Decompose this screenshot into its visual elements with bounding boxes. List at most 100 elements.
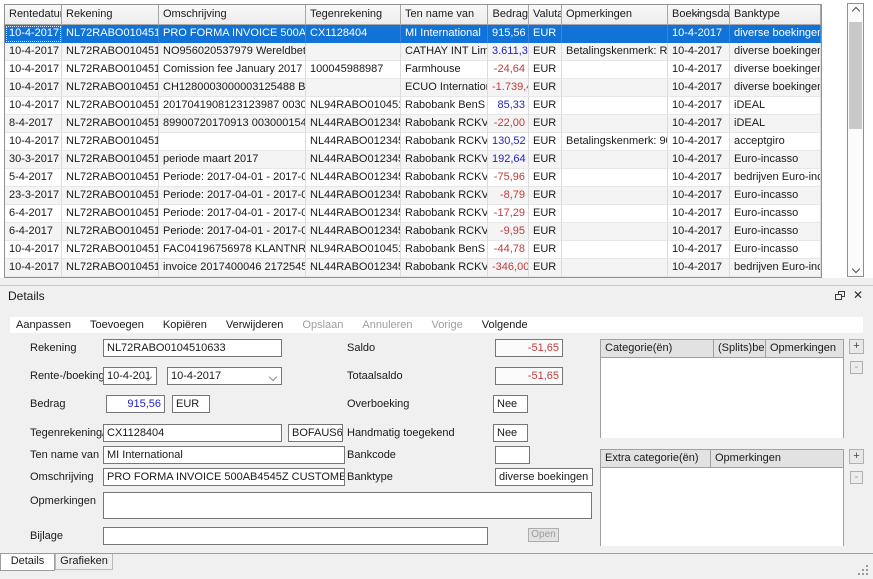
bic-input[interactable]: BOFAUS6SXXX (288, 424, 343, 442)
toolbar-kopi-ren-button[interactable]: Kopiëren (163, 319, 207, 331)
table-row[interactable]: 8-4-2017NL72RABO010451063389900720170913… (5, 115, 821, 133)
table-cell: CX1128404 (306, 25, 401, 43)
table-cell: Rabobank BenS (401, 241, 488, 259)
categorie-table-body[interactable] (601, 358, 843, 438)
table-row[interactable]: 10-4-2017NL72RABO0104510633CH12800030000… (5, 79, 821, 97)
bankcode-input[interactable] (495, 446, 530, 464)
column-header-omschrijving[interactable]: Omschrijving (159, 5, 306, 25)
column-header-opmerkingen[interactable]: Opmerkingen (562, 5, 668, 25)
column-header-tegenrekening[interactable]: Tegenrekening (306, 5, 401, 25)
table-cell: Rabobank RCKV (401, 259, 488, 277)
table-cell: acceptgiro (730, 133, 821, 151)
table-row[interactable]: 10-4-2017NL72RABO0104510633Comission fee… (5, 61, 821, 79)
extra-categorie-column-header[interactable]: Extra categorie(ën) (601, 450, 711, 467)
rekening-input[interactable]: NL72RABO0104510633 (103, 339, 282, 357)
column-header-boekingsdatum[interactable]: Boekingsdatum (668, 5, 730, 25)
banktype-label: Banktype (347, 471, 393, 483)
opmerkingen-column-header[interactable]: Opmerkingen (711, 450, 843, 467)
splitsbedrag-column-header[interactable]: (Splits)bedra (714, 340, 766, 357)
close-icon[interactable]: ✕ (853, 288, 863, 302)
valuta-input[interactable]: EUR (172, 395, 210, 413)
scrollbar-thumb[interactable] (849, 22, 862, 129)
table-row[interactable]: 6-4-2017NL72RABO0104510633Periode: 2017-… (5, 205, 821, 223)
table-cell: NL72RABO0104510633 (62, 205, 159, 223)
categorie-add-button[interactable]: + (849, 339, 864, 354)
column-header-rekening[interactable]: Rekening (62, 5, 159, 25)
bijlage-input[interactable] (103, 527, 488, 545)
toolbar-aanpassen-button[interactable]: Aanpassen (16, 319, 71, 331)
opmerkingen-column-header[interactable]: Opmerkingen (766, 340, 843, 357)
table-row[interactable]: 30-3-2017NL72RABO0104510633periode maart… (5, 151, 821, 169)
toolbar-verwijderen-button[interactable]: Verwijderen (226, 319, 283, 331)
tab-grafieken[interactable]: Grafieken (55, 554, 113, 570)
toolbar-toevoegen-button[interactable]: Toevoegen (90, 319, 144, 331)
table-cell: FAC04196756978 KLANTNR 229900 (159, 241, 306, 259)
table-row[interactable]: 5-4-2017NL72RABO0104510633Periode: 2017-… (5, 169, 821, 187)
float-window-icon[interactable] (835, 291, 846, 301)
table-cell: NL72RABO0104510633 (62, 223, 159, 241)
table-cell: EUR (529, 169, 562, 187)
panel-separator (0, 285, 873, 286)
column-header-rentedatum[interactable]: Rentedatum (5, 5, 62, 25)
tegenrekening-input[interactable]: CX1128404 (103, 424, 282, 442)
table-cell: 10-4-2017 (5, 25, 62, 43)
table-cell (562, 187, 668, 205)
bedrag-input[interactable]: 915,56 (106, 395, 165, 413)
table-scrollbar[interactable] (847, 3, 864, 277)
table-cell: -24,64 (488, 61, 529, 79)
resize-grip[interactable] (866, 573, 868, 575)
scroll-down-icon[interactable] (848, 262, 863, 276)
ten-name-van-label: Ten name van (30, 449, 99, 461)
table-cell: 23-3-2017 (5, 187, 62, 205)
table-row[interactable]: 10-4-2017NL72RABO0104510633invoice 20174… (5, 259, 821, 277)
table-cell: 6-4-2017 (5, 205, 62, 223)
table-cell: -346,00 (488, 259, 529, 277)
table-cell: Euro-incasso (730, 151, 821, 169)
column-header-bedrag[interactable]: Bedrag (488, 5, 529, 25)
extra-categorie-table-body[interactable] (601, 468, 843, 546)
table-row[interactable]: 10-4-2017NL72RABO0104510633NO95602053797… (5, 43, 821, 61)
scroll-up-icon[interactable] (848, 4, 863, 18)
column-header-ten-name-van[interactable]: Ten name van (401, 5, 488, 25)
tab-details[interactable]: Details (0, 554, 55, 571)
table-cell: EUR (529, 115, 562, 133)
banktype-input[interactable]: diverse boekingen (495, 468, 593, 486)
overboeking-value[interactable]: Nee (493, 395, 528, 413)
table-cell: NL72RABO0104510633 (62, 133, 159, 151)
column-header-banktype[interactable]: Banktype (730, 5, 821, 25)
table-body: 10-4-2017NL72RABO0104510633PRO FORMA INV… (5, 25, 821, 277)
omschrijving-input[interactable]: PRO FORMA INVOICE 500AB4545Z CUSTOMER NO… (103, 468, 345, 486)
table-cell: Euro-incasso (730, 241, 821, 259)
table-cell: NL72RABO0104510633 (62, 241, 159, 259)
opmerkingen-textarea[interactable] (103, 492, 592, 519)
toolbar-volgende-button[interactable]: Volgende (482, 319, 528, 331)
ten-name-van-input[interactable]: MI International (103, 446, 345, 464)
table-cell: NL44RABO0123456789 (306, 259, 401, 277)
table-cell: 10-4-2017 (668, 205, 730, 223)
table-cell: Rabobank RCKV (401, 115, 488, 133)
table-row[interactable]: 10-4-2017NL72RABO0104510633PRO FORMA INV… (5, 25, 821, 43)
table-cell: Periode: 2017-04-01 - 2017-05-01 (159, 187, 306, 205)
boekingsdatum-combo[interactable]: 10-4-2017 (167, 367, 282, 385)
categorie-column-header[interactable]: Categorie(ën) (601, 340, 714, 357)
table-cell (562, 151, 668, 169)
table-cell (562, 97, 668, 115)
table-row[interactable]: 10-4-2017NL72RABO0104510633FAC0419675697… (5, 241, 821, 259)
table-row[interactable]: 23-3-2017NL72RABO0104510633Periode: 2017… (5, 187, 821, 205)
table-cell: 89900720170913 003000154209... (159, 115, 306, 133)
column-header-valuta[interactable]: Valuta (529, 5, 562, 25)
table-cell: 10-4-2017 (668, 259, 730, 277)
table-row[interactable]: 10-4-2017NL72RABO01045106332017041908123… (5, 97, 821, 115)
table-row[interactable]: 6-4-2017NL72RABO0104510633Periode: 2017-… (5, 223, 821, 241)
toolbar-annuleren-button: Annuleren (362, 319, 412, 331)
chevron-down-icon (269, 373, 277, 381)
table-cell: invoice 2017400046 21725455 (159, 259, 306, 277)
rentedatum-combo[interactable]: 10-4-201 (103, 367, 157, 385)
table-cell: CATHAY INT Limited (401, 43, 488, 61)
handmatig-toegekend-value[interactable]: Nee (493, 424, 528, 442)
table-cell: -1.739,42 (488, 79, 529, 97)
table-cell (562, 223, 668, 241)
table-row[interactable]: 10-4-2017NL72RABO0104510633NL44RABO01234… (5, 133, 821, 151)
table-cell (562, 205, 668, 223)
extra-categorie-add-button[interactable]: + (849, 449, 864, 464)
